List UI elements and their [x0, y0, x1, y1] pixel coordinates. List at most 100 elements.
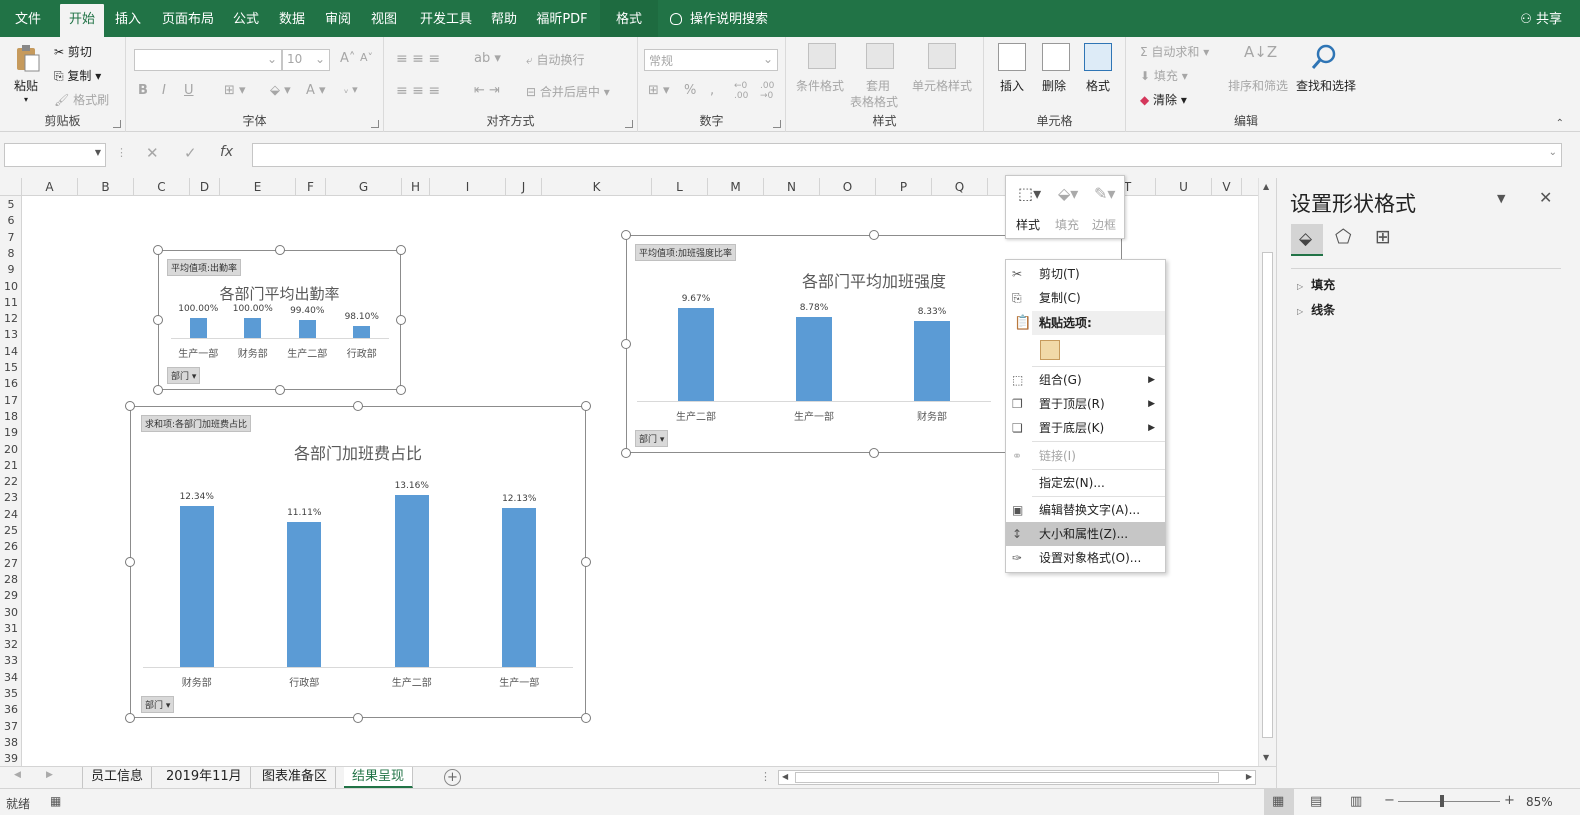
resize-handle[interactable]: [621, 448, 631, 458]
row-header-22[interactable]: 22: [0, 474, 22, 490]
scroll-thumb[interactable]: [1262, 252, 1273, 738]
select-all-corner[interactable]: [0, 178, 22, 196]
autosum-button[interactable]: Σ 自动求和 ▾: [1140, 43, 1209, 60]
increase-decimal-icon[interactable]: ←0.00: [734, 81, 748, 101]
macro-record-icon[interactable]: ▦: [50, 794, 61, 808]
resize-handle[interactable]: [153, 385, 163, 395]
align-left-icon[interactable]: ≡ ≡ ≡: [396, 83, 440, 99]
number-launcher-icon[interactable]: [773, 120, 781, 128]
resize-handle[interactable]: [581, 557, 591, 567]
sort-filter-button[interactable]: 排序和筛选: [1228, 77, 1288, 94]
alignment-launcher-icon[interactable]: [625, 120, 633, 128]
mini-border-button[interactable]: 边框: [1092, 216, 1116, 233]
row-header-21[interactable]: 21: [0, 458, 22, 474]
resize-handle[interactable]: [153, 315, 163, 325]
sheet-tab-nov[interactable]: 2019年11月: [158, 767, 251, 788]
bold-button[interactable]: B: [138, 83, 148, 98]
tab-view[interactable]: 视图: [364, 0, 404, 37]
percent-button[interactable]: %: [684, 83, 696, 98]
bar-1[interactable]: [179, 505, 214, 667]
scroll-left-icon[interactable]: ◀: [782, 772, 788, 781]
cancel-icon[interactable]: ✕: [146, 144, 159, 162]
tab-foxit-pdf[interactable]: 福昕PDF: [532, 0, 592, 37]
cell-styles-button[interactable]: 单元格样式: [912, 77, 972, 94]
menu-cut[interactable]: ✂ 剪切(T): [1006, 262, 1165, 286]
row-header-39[interactable]: 39: [0, 751, 22, 767]
column-header-V[interactable]: V: [1212, 178, 1242, 196]
pentagon-icon[interactable]: ⬠: [1335, 226, 1352, 248]
collapse-ribbon-icon[interactable]: ⌃: [1556, 118, 1564, 129]
zoom-out-icon[interactable]: −: [1384, 793, 1395, 808]
h-scroll-thumb[interactable]: [795, 772, 1219, 783]
page-layout-view-icon[interactable]: ▤: [1310, 794, 1322, 809]
column-header-N[interactable]: N: [764, 178, 820, 196]
chart-overtime-cost[interactable]: 求和项:各部门加班费占比 各部门加班费占比 部门 ▾ 12.34% 财务部 11.1…: [130, 406, 586, 718]
bar-4[interactable]: [353, 325, 371, 338]
fill-color-icon[interactable]: ⬙ ▾: [270, 83, 291, 98]
row-header-33[interactable]: 33: [0, 653, 22, 669]
scroll-down-icon[interactable]: ▼: [1263, 753, 1269, 762]
row-header-26[interactable]: 26: [0, 539, 22, 555]
italic-button[interactable]: I: [162, 83, 166, 98]
resize-handle[interactable]: [274, 245, 285, 255]
wrap-text-button[interactable]: ⤶ 自动换行: [526, 51, 585, 68]
resize-handle[interactable]: [274, 385, 285, 395]
currency-icon[interactable]: ⊞ ▾: [648, 83, 670, 98]
column-header-J[interactable]: J: [506, 178, 542, 196]
mini-style-button[interactable]: 样式: [1016, 216, 1040, 233]
sheet-tab-results[interactable]: 结果呈现: [344, 767, 414, 788]
close-icon[interactable]: ✕: [1539, 188, 1552, 207]
menu-size-properties[interactable]: ↕ 大小和属性(Z)...: [1006, 522, 1165, 546]
paste-icon[interactable]: [1040, 340, 1060, 360]
axis-field-button[interactable]: 部门 ▾: [635, 430, 669, 447]
bar-1[interactable]: [678, 308, 714, 401]
row-header-10[interactable]: 10: [0, 279, 22, 295]
column-header-A[interactable]: A: [22, 178, 78, 196]
insert-cells-button[interactable]: 插入: [1000, 77, 1024, 94]
value-field-button[interactable]: 平均值项:加班强度比率: [635, 244, 737, 261]
enter-icon[interactable]: ✓: [184, 144, 197, 162]
scroll-up-icon[interactable]: ▲: [1263, 182, 1269, 191]
row-header-12[interactable]: 12: [0, 311, 22, 327]
column-header-B[interactable]: B: [78, 178, 134, 196]
resize-handle[interactable]: [153, 245, 163, 255]
shape-style-icon[interactable]: ⬚▾: [1018, 184, 1041, 203]
line-section[interactable]: ▷ 线条: [1297, 301, 1335, 318]
tab-data[interactable]: 数据: [272, 0, 312, 37]
bar-2[interactable]: [796, 316, 832, 401]
row-header-8[interactable]: 8: [0, 246, 22, 262]
format-cells-button[interactable]: 格式: [1086, 77, 1110, 94]
orientation-icon[interactable]: ab ▾: [474, 51, 501, 66]
comma-button[interactable]: ,: [710, 83, 714, 98]
share-button[interactable]: ⚇ 共享: [1520, 0, 1562, 40]
fill-line-tab[interactable]: ⬙: [1291, 224, 1323, 256]
row-header-32[interactable]: 32: [0, 637, 22, 653]
tab-developer[interactable]: 开发工具: [414, 0, 478, 37]
column-header-O[interactable]: O: [820, 178, 876, 196]
shape-fill-icon[interactable]: ⬙▾: [1058, 184, 1078, 203]
row-header-37[interactable]: 37: [0, 719, 22, 735]
clipboard-launcher-icon[interactable]: [113, 120, 121, 128]
resize-handle[interactable]: [353, 713, 363, 723]
scroll-right-icon[interactable]: ▶: [1246, 772, 1252, 781]
grow-font-button[interactable]: A˄: [340, 51, 355, 66]
resize-handle[interactable]: [125, 713, 135, 723]
row-header-5[interactable]: 5: [0, 197, 22, 213]
row-header-34[interactable]: 34: [0, 670, 22, 686]
menu-assign-macro[interactable]: 指定宏(N)...: [1006, 471, 1165, 495]
row-header-15[interactable]: 15: [0, 360, 22, 376]
row-header-23[interactable]: 23: [0, 490, 22, 506]
conditional-format-button[interactable]: 条件格式: [796, 77, 844, 94]
font-name-combo[interactable]: ⌄: [134, 49, 282, 71]
menu-bring-front[interactable]: ❐ 置于顶层(R) ▶: [1006, 392, 1165, 416]
row-header-31[interactable]: 31: [0, 621, 22, 637]
row-header-20[interactable]: 20: [0, 442, 22, 458]
bar-2[interactable]: [244, 318, 262, 338]
resize-handle[interactable]: [353, 401, 363, 411]
tab-insert[interactable]: 插入: [108, 0, 148, 37]
column-header-E[interactable]: E: [220, 178, 296, 196]
table-format-button[interactable]: 套用: [866, 77, 890, 94]
fill-section[interactable]: ▷ 填充: [1297, 276, 1335, 293]
row-header-24[interactable]: 24: [0, 507, 22, 523]
merge-center-button[interactable]: ⊟ 合并后居中 ▾: [526, 83, 610, 100]
